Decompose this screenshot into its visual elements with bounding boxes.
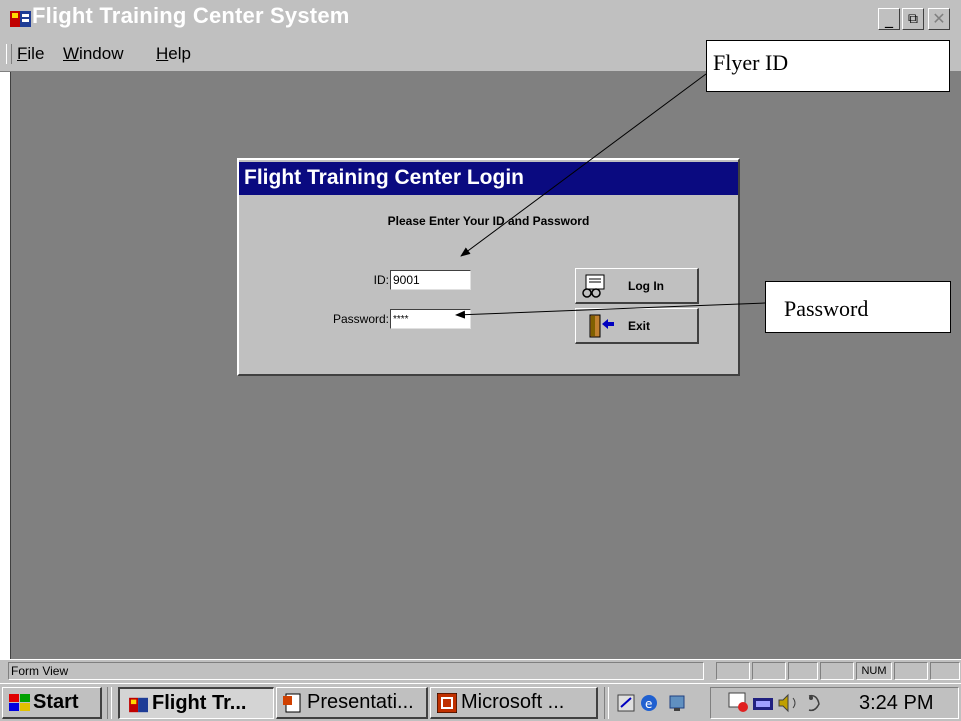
task-label: Microsoft ...	[461, 691, 565, 713]
tray-icons[interactable]	[725, 690, 845, 716]
task-microsoft[interactable]: Microsoft ...	[430, 687, 598, 719]
windows-flag-icon	[9, 694, 30, 711]
num-lock-indicator: NUM	[856, 662, 892, 680]
task-label: Flight Tr...	[152, 692, 247, 714]
task-flight-training[interactable]: Flight Tr...	[118, 687, 274, 719]
password-arrow	[455, 302, 766, 319]
flyer-id-arrow	[460, 73, 707, 257]
status-panel-2	[752, 662, 786, 680]
callout-arrows	[455, 73, 766, 319]
clock: 3:24 PM	[859, 692, 934, 714]
flyer-id-callout: Flyer ID	[706, 40, 950, 92]
status-panel-6	[894, 662, 928, 680]
status-panel-3	[788, 662, 818, 680]
status-panel-1	[716, 662, 750, 680]
task-label: Presentati...	[307, 691, 414, 713]
password-callout: Password	[765, 281, 951, 333]
start-button[interactable]: Start	[2, 687, 102, 719]
taskbar-separator	[107, 687, 112, 719]
status-panel-7	[930, 662, 960, 680]
microsoft-icon	[437, 693, 457, 713]
password-callout-text: Password	[784, 296, 869, 321]
status-panel-4	[820, 662, 854, 680]
flyer-id-callout-text: Flyer ID	[713, 50, 789, 75]
start-label: Start	[33, 691, 79, 713]
quick-launch-icons[interactable]: e	[616, 693, 702, 715]
powerpoint-icon	[283, 693, 301, 713]
taskbar: Start Flight Tr... Presentati... Microso…	[0, 683, 961, 721]
taskbar-separator	[604, 687, 609, 719]
status-bar: Form View NUM	[0, 659, 961, 683]
status-text: Form View	[8, 662, 704, 680]
task-presentation[interactable]: Presentati...	[276, 687, 428, 719]
svg-text:e: e	[645, 697, 652, 711]
system-tray: 3:24 PM	[710, 687, 959, 719]
app-task-icon	[129, 697, 148, 713]
